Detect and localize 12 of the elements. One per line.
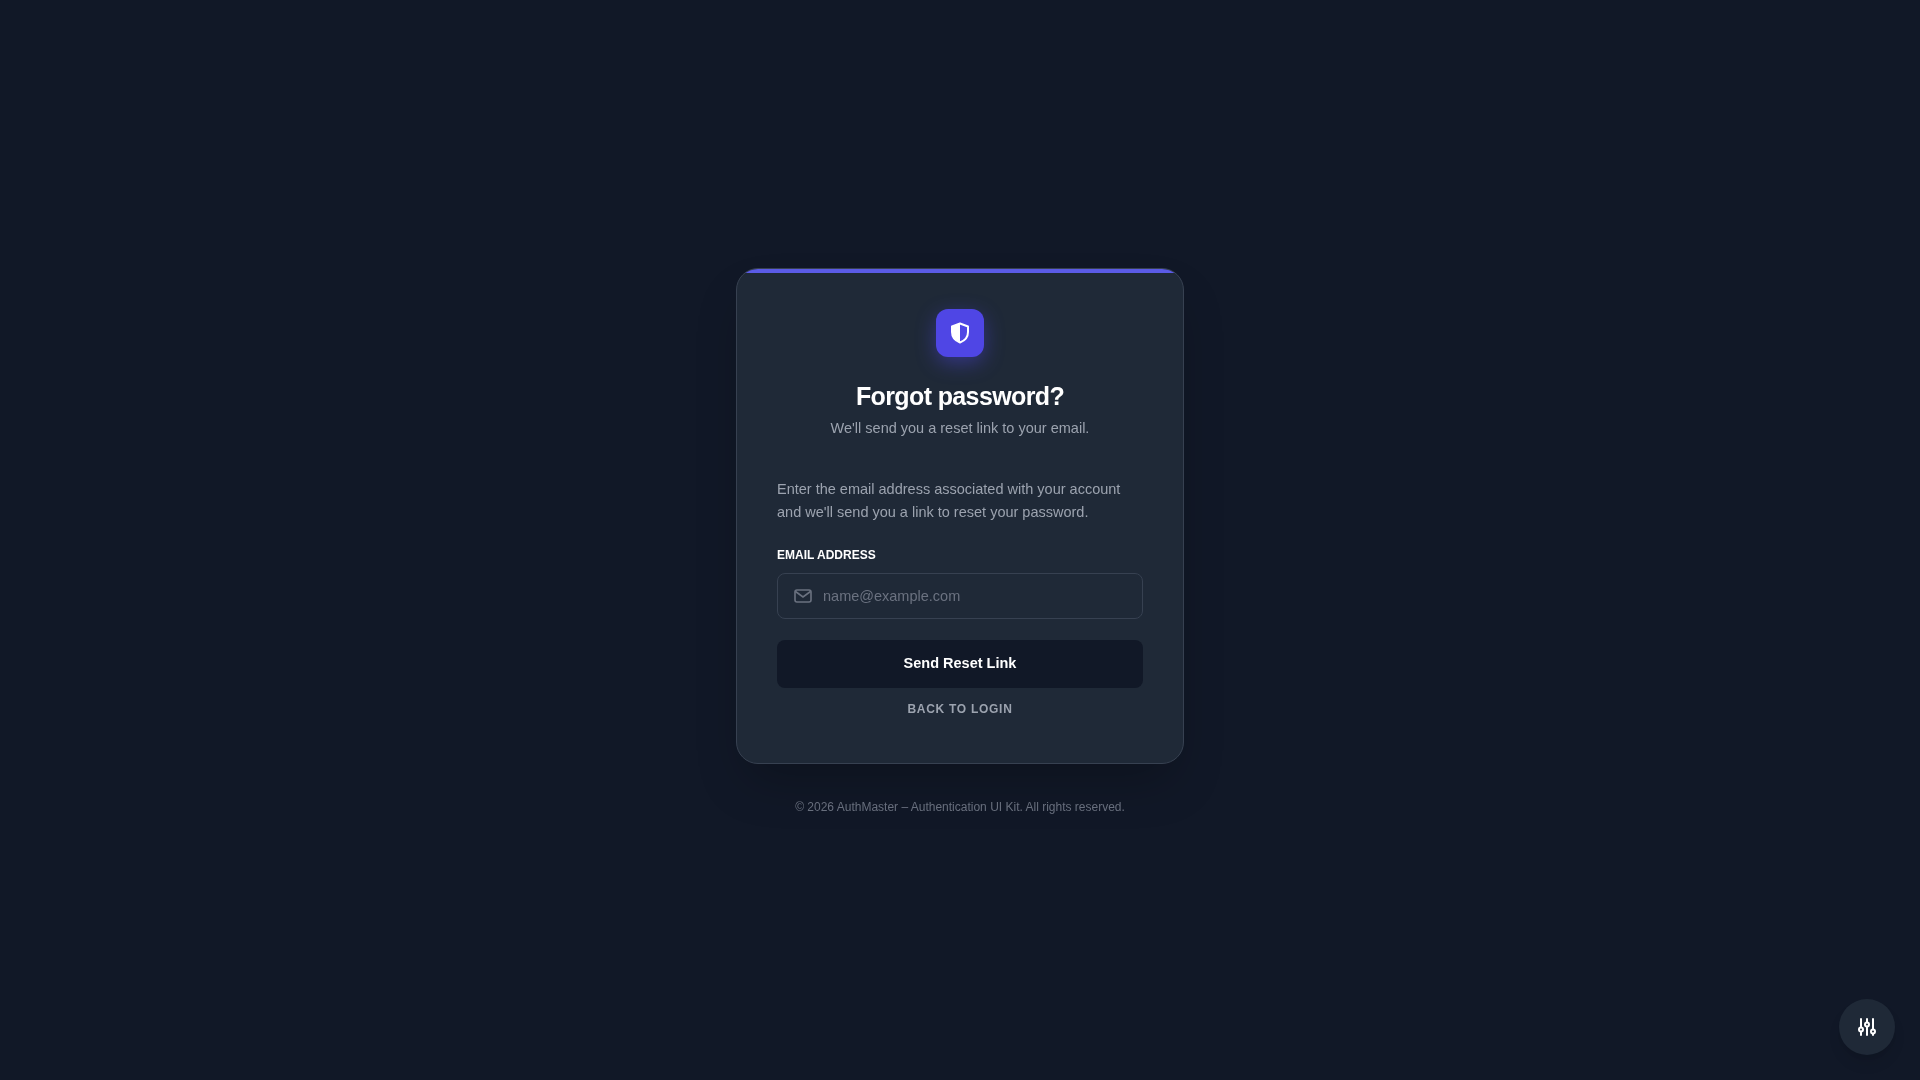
instructions: Enter the email address associated with your account and we'll send you a link to reset your password. bbox=[777, 479, 1122, 522]
settings-button[interactable] bbox=[1839, 999, 1895, 1055]
send-reset-link-button[interactable]: Send Reset Link bbox=[777, 639, 1143, 688]
shield-icon bbox=[936, 309, 984, 357]
mail-icon bbox=[794, 588, 812, 603]
email-field[interactable]: name@example.com bbox=[777, 572, 1143, 619]
sliders-icon bbox=[1857, 1017, 1877, 1037]
title: Forgot password? bbox=[855, 381, 1065, 412]
subtitle: We'll send you a reset link to your email. bbox=[830, 419, 1090, 438]
back-to-login-link[interactable]: BACK TO LOGIN bbox=[907, 699, 1013, 718]
footer-text: © 2026 AuthMaster – Authentication UI Kit. All rights reserved. bbox=[795, 799, 1125, 816]
field-label: EMAIL ADDRESS bbox=[777, 546, 877, 564]
